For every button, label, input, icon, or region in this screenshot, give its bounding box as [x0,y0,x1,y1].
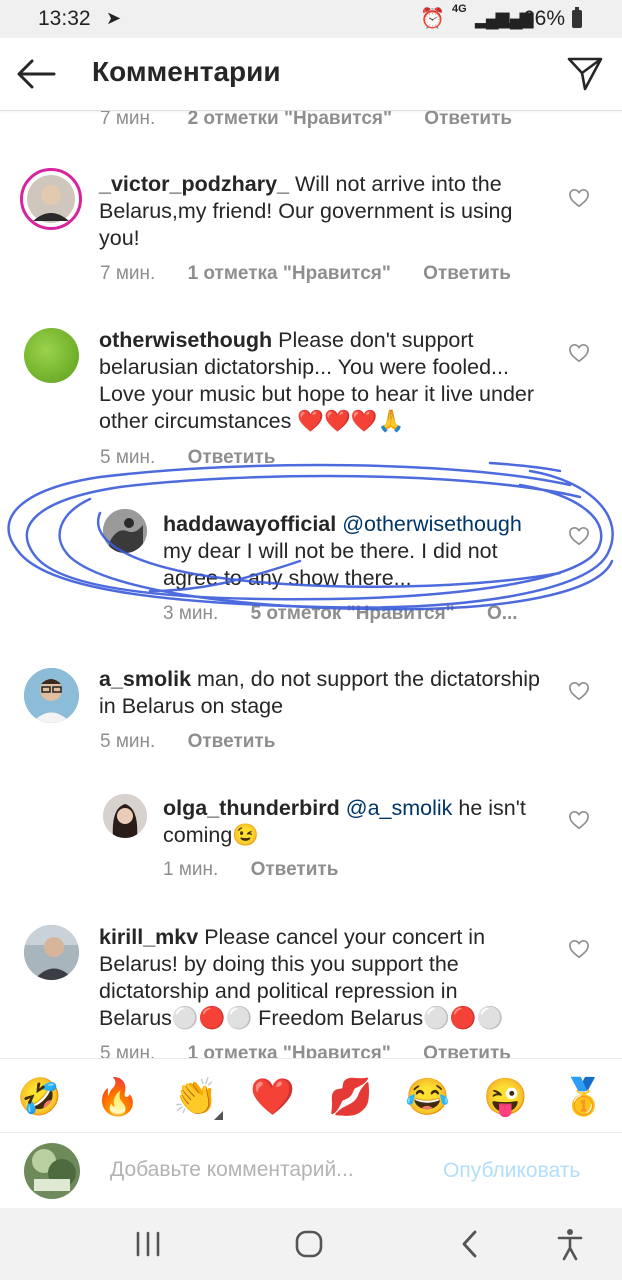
comment-body: my dear I will not be there. I did not a… [163,539,498,590]
emoji-button[interactable]: 🥇 [561,1075,606,1119]
like-heart-icon[interactable] [568,810,590,830]
back-nav-icon[interactable] [451,1226,491,1262]
comment-time: 3 мин. [163,603,219,624]
comment-input[interactable]: Добавьте комментарий... [110,1158,354,1182]
current-user-avatar [24,1143,80,1199]
emoji-button[interactable]: 😜 [483,1075,528,1119]
reply-button[interactable]: О... [487,603,518,624]
emoji-button[interactable]: 💋 [328,1075,373,1119]
avatar[interactable] [20,168,82,230]
emoji-button[interactable]: ❤️ [250,1075,295,1119]
reply-button[interactable]: Ответить [423,263,511,284]
comment-mention[interactable]: @otherwisethough [336,512,522,536]
comment-time: 7 мин. [100,111,156,129]
comments-list[interactable]: 7 мин. 2 отметки "Нравится" Ответить _vi… [0,111,622,1058]
comment-mention[interactable]: @a_smolik [340,796,453,820]
network-type: 4G [452,3,467,15]
avatar[interactable] [103,794,147,838]
comment-composer: Добавьте комментарий... Опубликовать [0,1132,622,1209]
reply-button[interactable]: Ответить [188,731,276,752]
emoji-button[interactable]: 🤣 [17,1075,62,1119]
emoji-quick-bar: 🤣 🔥 👏 ❤️ 💋 😂 😜 🥇 [0,1058,622,1133]
comment-time: 7 мин. [100,263,156,284]
comment-likes[interactable]: 1 отметка "Нравится" [188,1043,391,1058]
comment-likes[interactable]: 5 отметок "Нравится" [251,603,455,624]
reply-button[interactable]: Ответить [188,447,276,468]
comment-time: 5 мин. [100,1043,156,1058]
comment-meta: 7 мин. 2 отметки "Нравится" Ответить [100,111,512,130]
comment-text: kirill_mkv Please cancel your concert in… [99,924,559,1032]
reply-button[interactable]: Ответить [251,859,339,880]
avatar[interactable] [24,925,79,980]
like-heart-icon[interactable] [568,681,590,701]
comment-likes[interactable]: 2 отметки "Нравится" [188,111,392,129]
telegram-icon: ➤ [106,8,122,28]
comment-username[interactable]: olga_thunderbird [163,796,340,820]
comment-username[interactable]: _victor_podzhary_ [99,172,289,196]
comment-text: _victor_podzhary_ Will not arrive into t… [99,171,559,252]
like-heart-icon[interactable] [568,188,590,208]
comment-username[interactable]: kirill_mkv [99,925,198,949]
status-time: 13:32 [38,7,91,30]
comment-text: haddawayofficial @otherwisethough my dea… [163,511,555,592]
avatar[interactable] [103,509,147,553]
page-title: Комментарии [92,56,281,87]
emoji-button[interactable]: 👏 [173,1075,218,1119]
recent-apps-icon[interactable] [128,1226,168,1262]
comment-text: otherwisethough Please don't support bel… [99,327,559,435]
comment-meta: 5 мин. 1 отметка "Нравится" Ответить [100,1043,511,1058]
battery-percent: 66% [523,7,566,30]
emoji-button[interactable]: 😂 [405,1075,450,1119]
system-nav-bar [0,1208,622,1280]
comment-meta: 5 мин. Ответить [100,731,275,753]
post-button[interactable]: Опубликовать [443,1159,580,1183]
avatar[interactable] [24,328,79,383]
comment-meta: 3 мин. 5 отметок "Нравится" О... [163,603,518,625]
alarm-icon: ⏰ [420,8,445,30]
back-arrow-icon[interactable] [16,56,56,92]
emoji-skin-tone-indicator-icon [214,1111,223,1120]
comment-text: olga_thunderbird @a_smolik he isn't comi… [163,795,555,849]
comment-meta: 5 мин. Ответить [100,447,275,469]
comment-time: 5 мин. [100,731,156,752]
accessibility-icon[interactable] [550,1226,590,1262]
like-heart-icon[interactable] [568,939,590,959]
status-bar: 13:32 ➤ ⏰ 4G ▂▄▆ ▂▄▆ 66% [0,0,622,38]
comment-meta: 7 мин. 1 отметка "Нравится" Ответить [100,263,511,285]
app-header: Комментарии [0,38,622,111]
comment-meta: 1 мин. Ответить [163,859,338,881]
avatar[interactable] [24,668,79,723]
reply-button[interactable]: Ответить [424,111,512,129]
battery-icon [572,7,582,28]
comment-time: 5 мин. [100,447,156,468]
like-heart-icon[interactable] [568,343,590,363]
comment-username[interactable]: a_smolik [99,667,191,691]
comment-username[interactable]: haddawayofficial [163,512,336,536]
direct-message-icon[interactable] [566,54,604,92]
comment-username[interactable]: otherwisethough [99,328,272,352]
like-heart-icon[interactable] [568,526,590,546]
emoji-button[interactable]: 🔥 [95,1075,140,1119]
comment-text: a_smolik man, do not support the dictato… [99,666,559,720]
home-icon[interactable] [289,1226,329,1262]
comment-likes[interactable]: 1 отметка "Нравится" [188,263,391,284]
reply-button[interactable]: Ответить [423,1043,511,1058]
comment-time: 1 мин. [163,859,219,880]
